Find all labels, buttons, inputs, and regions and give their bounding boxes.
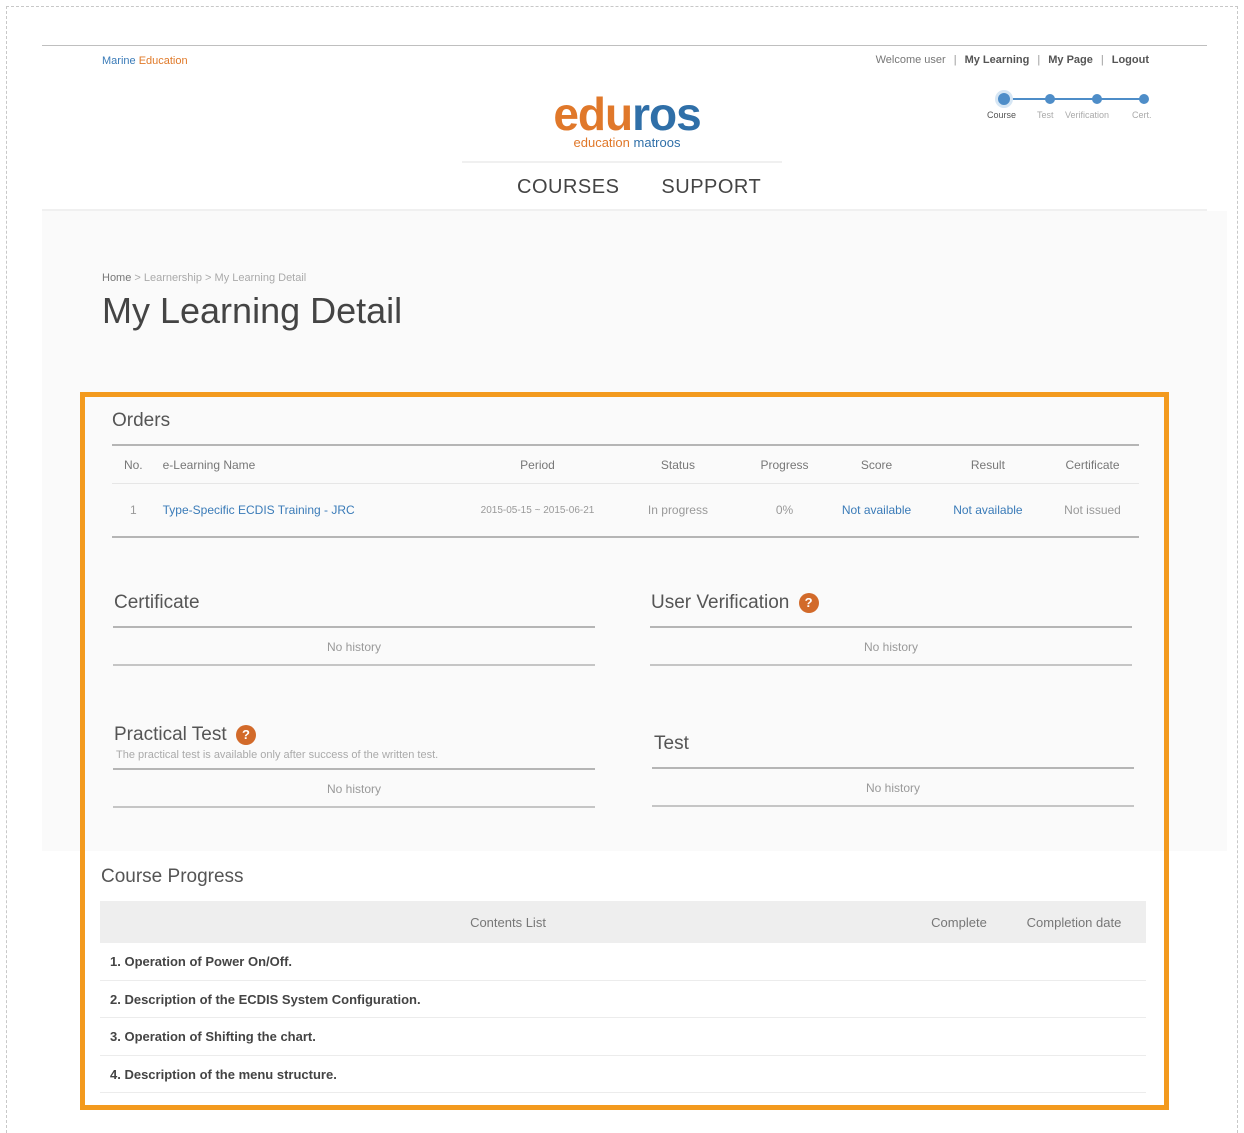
course-progress-table: Contents List Complete Completion date 1… xyxy=(100,901,1146,1093)
col-certificate: Certificate xyxy=(1065,457,1120,472)
logo-tagline-part1: education xyxy=(573,135,630,150)
breadcrumb-sep: > xyxy=(201,272,215,284)
col-period: Period xyxy=(520,457,555,472)
list-item[interactable]: 4. Description of the menu structure. xyxy=(100,1056,1146,1093)
step-label-course: Course xyxy=(987,110,1017,120)
col-result: Result xyxy=(970,457,1005,472)
list-item[interactable]: 1. Operation of Power On/Off. xyxy=(100,943,1146,981)
practical-test-empty: No history xyxy=(113,770,595,808)
nav-support[interactable]: SUPPORT xyxy=(661,176,761,199)
nav-courses[interactable]: COURSES xyxy=(517,176,619,199)
course-progress-header: Contents List Complete Completion date xyxy=(100,901,1146,943)
nav-separator: | xyxy=(953,54,957,66)
practical-test-title: Practical Test xyxy=(114,724,227,745)
list-item[interactable]: 2. Description of the ECDIS System Confi… xyxy=(100,981,1146,1018)
breadcrumb-learnership[interactable]: Learnership xyxy=(144,272,202,284)
breadcrumb: Home > Learnership > My Learning Detail xyxy=(102,272,306,284)
practical-test-note: The practical test is available only aft… xyxy=(116,749,439,761)
help-icon[interactable]: ? xyxy=(798,593,819,613)
help-icon[interactable]: ? xyxy=(235,725,256,745)
site-header: Marine Education Welcome user | My Learn… xyxy=(42,45,1207,211)
logo-part1: edu xyxy=(553,88,633,140)
table-rule xyxy=(112,536,1139,538)
cell-status: In progress xyxy=(647,503,708,517)
result-link[interactable]: Not available xyxy=(930,503,1046,517)
col-score: Score xyxy=(860,457,893,472)
page-title: My Learning Detail xyxy=(102,290,403,331)
my-learning-link[interactable]: My Learning xyxy=(965,54,1030,66)
brand-link-part1: Marine xyxy=(102,55,136,67)
step-label-test: Test xyxy=(1037,110,1054,120)
main-nav: COURSES SUPPORT xyxy=(517,176,761,199)
progress-steps: Course Test Verification Cert. xyxy=(987,90,1167,131)
col-complete: Complete xyxy=(931,914,987,930)
col-progress: Progress xyxy=(760,457,809,472)
orders-table: No. e-Learning Name Period Status Progre… xyxy=(112,444,1139,538)
brand-link-part2: Education xyxy=(138,55,188,67)
brand-link[interactable]: Marine Education xyxy=(102,55,188,67)
welcome-text: Welcome user xyxy=(875,54,946,66)
col-name: e-Learning Name xyxy=(162,457,256,472)
site-logo[interactable]: eduros education matroos xyxy=(542,91,712,150)
logo-wordmark: eduros xyxy=(542,91,712,137)
logo-tagline-part2: matroos xyxy=(633,135,681,150)
col-completion-date: Completion date xyxy=(1026,914,1122,930)
cell-no: 1 xyxy=(129,503,137,517)
course-progress-title: Course Progress xyxy=(101,866,244,887)
step-dot-cert xyxy=(1139,94,1149,104)
step-dot-test xyxy=(1045,94,1055,104)
course-name-link[interactable]: Type-Specific ECDIS Training - JRC xyxy=(155,503,465,517)
certificate-empty: No history xyxy=(113,628,595,666)
step-label-verification: Verification xyxy=(1065,110,1110,120)
test-empty: No history xyxy=(652,769,1134,807)
breadcrumb-home[interactable]: Home xyxy=(102,272,131,284)
my-page-link[interactable]: My Page xyxy=(1048,54,1093,66)
step-label-cert: Cert. xyxy=(1132,110,1152,120)
practical-test-box: No history xyxy=(113,768,595,808)
test-title: Test xyxy=(654,733,689,754)
test-box: No history xyxy=(652,767,1134,807)
user-verification-heading: User Verification ? xyxy=(651,592,819,614)
breadcrumb-current: My Learning Detail xyxy=(214,272,307,284)
breadcrumb-sep: > xyxy=(131,272,144,284)
cell-progress: 0% xyxy=(775,503,794,517)
user-verification-empty: No history xyxy=(650,628,1132,666)
step-dot-course xyxy=(995,90,1013,108)
col-no: No. xyxy=(123,457,143,472)
cell-period: 2015-05-15 ~ 2015-06-21 xyxy=(480,504,595,516)
user-verification-title: User Verification xyxy=(651,592,790,613)
certificate-title: Certificate xyxy=(114,592,200,613)
user-verification-box: No history xyxy=(650,626,1132,666)
logo-divider xyxy=(462,161,782,163)
col-contents-list: Contents List xyxy=(470,914,546,930)
table-row: 1 Type-Specific ECDIS Training - JRC 201… xyxy=(112,484,1139,536)
practical-test-heading: Practical Test ? xyxy=(114,724,256,746)
cell-certificate: Not issued xyxy=(1064,503,1121,517)
steps-track xyxy=(1003,98,1143,100)
logo-part2: ros xyxy=(632,88,702,140)
list-item[interactable]: 3. Operation of Shifting the chart. xyxy=(100,1018,1146,1056)
orders-title: Orders xyxy=(112,410,171,431)
step-dot-verification xyxy=(1092,94,1102,104)
certificate-box: No history xyxy=(113,626,595,666)
nav-separator: | xyxy=(1037,54,1041,66)
table-header-row: No. e-Learning Name Period Status Progre… xyxy=(112,446,1139,484)
col-status: Status xyxy=(660,457,695,472)
score-link[interactable]: Not available xyxy=(823,503,930,517)
header-divider xyxy=(42,209,1207,211)
logout-link[interactable]: Logout xyxy=(1112,54,1149,66)
nav-separator: | xyxy=(1100,54,1104,66)
top-nav: Welcome user | My Learning | My Page | L… xyxy=(876,54,1149,66)
